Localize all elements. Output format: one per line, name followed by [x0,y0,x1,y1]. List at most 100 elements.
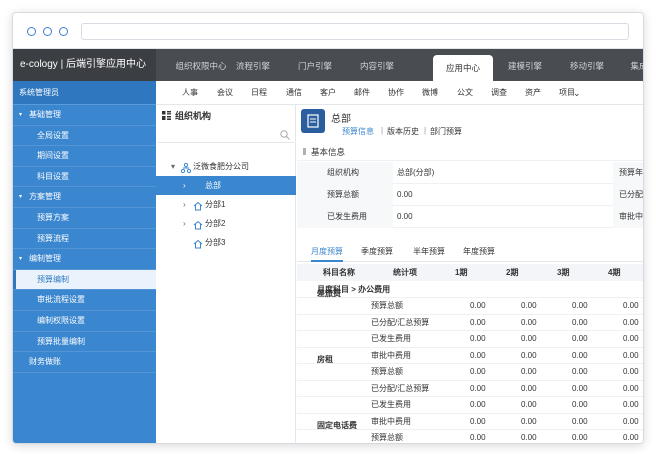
subject-name: 房租 [317,355,333,364]
subnav-item-6[interactable]: 邮件 [354,81,370,105]
subnav-item-10[interactable]: 调查 [491,81,507,105]
home-icon [193,218,203,230]
period-value: 0.00 [470,317,486,327]
subject-name: 差旅费 [317,289,341,298]
sidebar-item-label: 方案管理 [29,192,61,202]
active-marker [13,269,16,290]
period-value: 0.00 [572,433,588,442]
period-value: 0.00 [470,301,486,310]
sidebar-item-8[interactable]: ▾ 编制管理 [13,249,156,270]
period-value: 0.00 [572,301,588,310]
period-value: 0.00 [623,433,639,442]
subnav-item-11[interactable]: 资产 [525,81,541,105]
tree-node-5[interactable]: 分部3 [156,233,296,252]
chevrons-down-icon[interactable]: ⌄ [573,81,581,105]
subnav-item-9[interactable]: 公文 [457,81,473,105]
top-tab-2[interactable]: 流程引擎 [223,49,283,81]
info-value: 总部(分部) [397,168,435,177]
period-value: 0.00 [572,334,588,343]
search-icon[interactable] [280,130,290,140]
tree-node-3[interactable]: › 分部1 [156,195,296,214]
sidebar-item-5[interactable]: ▾ 方案管理 [13,187,156,208]
subnav-item-2[interactable]: 会议 [217,81,233,105]
stat-item: 审批中费用 [371,416,411,426]
stat-item: 已发生费用 [371,334,411,343]
window-minimize-dot[interactable] [43,27,52,36]
sidebar-item-4[interactable]: 科目设置 [13,167,156,188]
caret-down-icon: ▾ [19,112,23,118]
sidebar-user[interactable]: 系统管理员 [13,81,156,105]
stat-item: 预算总额 [371,367,403,376]
subnav-item-7[interactable]: 协作 [388,81,404,105]
subnav-item-3[interactable]: 日程 [251,81,267,105]
window-close-dot[interactable] [27,27,36,36]
tree-search-input[interactable] [158,127,294,143]
sidebar-item-11[interactable]: 编制权限设置 [13,311,156,332]
tree-node-2[interactable]: › 总部 [156,176,296,195]
stat-item: 已分配/汇总预算 [371,317,430,327]
period-value: 0.00 [623,400,639,409]
budget-tab-2[interactable]: 季度预算 [361,242,393,262]
expander-icon[interactable]: › [183,214,186,233]
period-value: 0.00 [470,383,486,393]
page-tab-1[interactable]: 预算信息 [342,126,374,137]
sidebar-item-10[interactable]: 审批流程设置 [13,290,156,311]
sidebar-item-7[interactable]: 预算流程 [13,229,156,250]
table-header-1: 科目名称 [323,268,355,277]
tree-node-4[interactable]: › 分部2 [156,214,296,233]
address-bar[interactable] [81,23,629,40]
top-tab-6[interactable]: 建模引擎 [495,49,555,81]
tree-node-label: 分部2 [205,219,226,228]
app-brand: e-cology | 后端引擎应用中心 [13,49,156,81]
period-value: 0.00 [623,317,639,327]
window-maximize-dot[interactable] [59,27,68,36]
period-value: 0.00 [521,416,537,426]
period-value: 0.00 [572,317,588,327]
caret-down-icon: ▾ [19,194,23,201]
tree-node-label: 分部1 [205,200,226,209]
budget-tab-1[interactable]: 月度预算 [311,242,343,262]
page-title: 总部 [331,114,351,125]
page-tab-3[interactable]: 部门预算 [430,126,462,137]
period-value: 0.00 [521,301,537,310]
period-value: 0.00 [521,350,537,360]
page-tab-2[interactable]: 版本历史 [387,126,419,137]
sidebar-item-12[interactable]: 预算批量编制 [13,332,156,353]
top-tab-7[interactable]: 移动引擎 [557,49,617,81]
expander-icon[interactable]: › [183,176,186,195]
expander-icon[interactable]: ▾ [171,157,175,176]
subnav-item-1[interactable]: 人事 [182,81,198,105]
sidebar-item-1[interactable]: ▾ 基础管理 [13,105,156,126]
sidebar-item-9[interactable]: 预算编制 [13,269,156,291]
budget-tab-3[interactable]: 半年预算 [413,242,445,262]
subnav-item-4[interactable]: 通信 [286,81,302,105]
table-header-5: 3期 [557,268,570,277]
period-value: 0.00 [623,416,639,426]
table-group-row: 月度科目 > 办公费用 [297,281,643,298]
sidebar-item-label: 基础管理 [29,110,61,119]
sidebar-item-3[interactable]: 期间设置 [13,146,156,167]
budget-tab-4[interactable]: 年度预算 [463,242,495,262]
period-value: 0.00 [521,433,537,442]
section-title: 基本信息 [311,147,346,157]
sidebar-item-label: 预算批量编制 [37,336,85,346]
expander-icon[interactable]: › [183,195,186,214]
sidebar-item-13[interactable]: 财务做账 [13,352,156,373]
sidebar-item-label: 编制权限设置 [37,315,85,325]
period-value: 0.00 [470,433,486,442]
sidebar-item-6[interactable]: 预算方案 [13,208,156,229]
top-tab-4[interactable]: 内容引擎 [347,49,407,81]
main-content: 总部 预算信息|版本历史|部门预算 基本信息 组织机构总部(分部)预算年度预算总… [297,105,643,443]
table-row: 房租 预算总额 0.00 0.00 0.00 0.00 [297,355,643,381]
subnav-item-5[interactable]: 客户 [320,81,336,105]
sidebar-item-2[interactable]: 全局设置 [13,126,156,147]
info-row: 组织机构 总部(分部) 预算年度 [297,162,643,184]
period-value: 0.00 [521,400,537,409]
period-value: 0.00 [572,367,588,376]
top-tab-8[interactable]: 集成 [619,49,643,81]
subnav-item-8[interactable]: 微博 [422,81,438,105]
top-tab-3[interactable]: 门户引擎 [285,49,345,81]
tree-node-1[interactable]: ▾ 泛微食肥分公司 [156,157,296,176]
budget-page-icon [301,109,325,133]
top-tab-5[interactable]: 应用中心 [433,55,493,81]
